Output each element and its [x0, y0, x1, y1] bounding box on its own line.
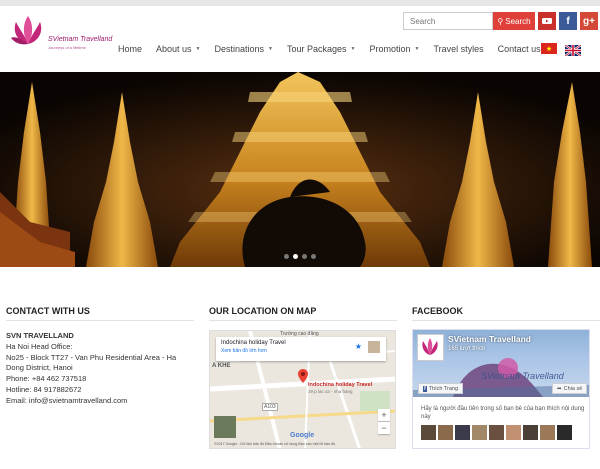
- lotus-icon: [422, 338, 438, 355]
- caret-down-icon: ▼: [350, 46, 356, 52]
- logo-tagline: Journeys of a lifetime: [48, 45, 86, 50]
- google-logo: Google: [290, 432, 315, 439]
- facebook-button[interactable]: f: [559, 12, 577, 30]
- map-label: Trường cao đẳng: [280, 331, 319, 337]
- nav-travel-styles-label: Travel styles: [433, 44, 484, 54]
- like-page-button[interactable]: f Thích Trang: [418, 383, 464, 394]
- friend-avatar[interactable]: [557, 425, 572, 440]
- divider: [6, 320, 194, 321]
- google-map[interactable]: Indochina holiday Travel Xem bản đồ lớn …: [209, 330, 396, 449]
- share-label: Chia sẻ: [563, 385, 583, 392]
- map-pin-label: Indochina holiday Travel 29 p lac xa - n…: [308, 382, 372, 395]
- search-icon: ⚲: [497, 16, 504, 26]
- facebook-f-icon: f: [423, 385, 427, 392]
- share-icon: ➦: [557, 385, 562, 392]
- like-page-label: Thích Trang: [428, 385, 459, 392]
- nav-about-us[interactable]: About us ▼: [156, 44, 200, 54]
- youtube-button[interactable]: [538, 12, 556, 30]
- nav-contact-us[interactable]: Contact us: [498, 44, 541, 54]
- logo[interactable]: SVietnam Travelland Journeys of a lifeti…: [10, 14, 113, 56]
- contact-heading: CONTACT WITH US: [6, 306, 90, 316]
- friend-avatar[interactable]: [540, 425, 555, 440]
- phone-text: Phone: +84 462 737518: [6, 374, 87, 384]
- email-text: Email: info@svietnamtravelland.com: [6, 395, 128, 405]
- page-profile-picture[interactable]: [417, 334, 444, 361]
- friend-faces: [421, 425, 572, 440]
- nav-destinations-label: Destinations: [214, 44, 265, 54]
- google-plus-icon: g+: [583, 15, 595, 27]
- divider: [209, 320, 397, 321]
- facebook-page-name[interactable]: SVietnam Travelland: [448, 334, 531, 344]
- site-header: SVietnam Travelland Journeys of a lifeti…: [0, 6, 600, 72]
- caret-down-icon: ▼: [268, 46, 273, 52]
- facebook-heading: FACEBOOK: [412, 306, 464, 316]
- map-pin-title: Indochina holiday Travel: [308, 382, 373, 388]
- slider-dot[interactable]: [284, 254, 289, 259]
- slider-dot-active[interactable]: [293, 254, 298, 259]
- caret-down-icon: ▼: [195, 46, 201, 52]
- search-input[interactable]: [403, 12, 493, 30]
- friend-avatar[interactable]: [489, 425, 504, 440]
- youtube-icon: [542, 18, 552, 24]
- caret-down-icon: ▼: [414, 46, 420, 52]
- address-line-1: No25 - Block TT27 - Van Phu Residential …: [6, 352, 177, 362]
- share-button[interactable]: ➦ Chia sẻ: [552, 383, 588, 394]
- address-line-2: Dong District, Hanoi: [6, 363, 73, 373]
- nav-destinations[interactable]: Destinations ▼: [215, 44, 273, 54]
- logo-title: SVietnam Travelland: [48, 36, 113, 43]
- temple-banner-image: [0, 72, 600, 267]
- map-footer[interactable]: ©2017 Google - Dữ liệu bản đồ Điều khoản…: [214, 442, 394, 446]
- map-road-label: A103: [262, 403, 278, 411]
- map-place-card[interactable]: Indochina holiday Travel Xem bản đồ lớn …: [216, 337, 386, 361]
- lotus-icon: [11, 16, 42, 45]
- slider-dot[interactable]: [311, 254, 316, 259]
- map-label: A KHE: [212, 363, 231, 369]
- google-plus-button[interactable]: g+: [580, 12, 598, 30]
- friend-avatar[interactable]: [421, 425, 436, 440]
- friend-avatar[interactable]: [472, 425, 487, 440]
- friend-avatar[interactable]: [523, 425, 538, 440]
- nav-promotion-label: Promotion: [369, 44, 411, 54]
- friend-avatar[interactable]: [438, 425, 453, 440]
- facebook-icon: f: [566, 15, 570, 27]
- hero-slider[interactable]: [0, 72, 600, 267]
- nav-tour-packages[interactable]: Tour Packages ▼: [287, 44, 356, 54]
- slider-dots: [0, 254, 600, 262]
- facebook-cover[interactable]: SVietnam Travelland 165 lượt thích SViet…: [413, 330, 589, 397]
- slider-dot[interactable]: [302, 254, 307, 259]
- map-pin-subtitle: 29 p lac xa - nha hang: [308, 388, 353, 394]
- facebook-widget[interactable]: SVietnam Travelland 165 lượt thích SViet…: [412, 329, 590, 449]
- nav-tour-packages-label: Tour Packages: [286, 44, 347, 54]
- place-photo: [368, 341, 380, 353]
- english-flag-icon[interactable]: [564, 43, 582, 57]
- cover-caption: SVietnam Travelland: [481, 371, 564, 381]
- nav-promotion[interactable]: Promotion ▼: [369, 44, 419, 54]
- star-icon[interactable]: ★: [355, 342, 362, 351]
- zoom-out-button[interactable]: −: [378, 422, 390, 434]
- search-button-label: Search: [505, 16, 531, 26]
- nav-about-us-label: About us: [156, 44, 192, 54]
- nav-home-label: Home: [118, 44, 143, 54]
- nav-contact-us-label: Contact us: [497, 44, 541, 54]
- facebook-invite-text: Hãy là người đầu tiên trong số bạn bè củ…: [421, 406, 585, 420]
- office-label: Ha Noi Head Office:: [6, 341, 73, 351]
- map-pin-icon[interactable]: [298, 369, 308, 383]
- friend-avatar[interactable]: [506, 425, 521, 440]
- nav-home[interactable]: Home: [118, 44, 142, 54]
- search-button[interactable]: ⚲ Search: [493, 12, 535, 30]
- facebook-likes-count: 165 lượt thích: [448, 346, 486, 352]
- divider: [412, 320, 600, 321]
- main-nav: Home About us ▼ Destinations ▼ Tour Packag…: [118, 42, 555, 56]
- vietnamese-flag-icon[interactable]: ★: [541, 43, 557, 54]
- zoom-in-button[interactable]: +: [378, 409, 390, 421]
- friend-avatar[interactable]: [455, 425, 470, 440]
- nav-travel-styles[interactable]: Travel styles: [433, 44, 483, 54]
- company-name: SVN TRAVELLAND: [6, 331, 74, 340]
- map-heading: OUR LOCATION ON MAP: [209, 306, 317, 316]
- hotline-text: Hotline: 84 917882672: [6, 384, 82, 394]
- contact-details: SVN TRAVELLAND Ha Noi Head Office: No25 …: [6, 331, 196, 407]
